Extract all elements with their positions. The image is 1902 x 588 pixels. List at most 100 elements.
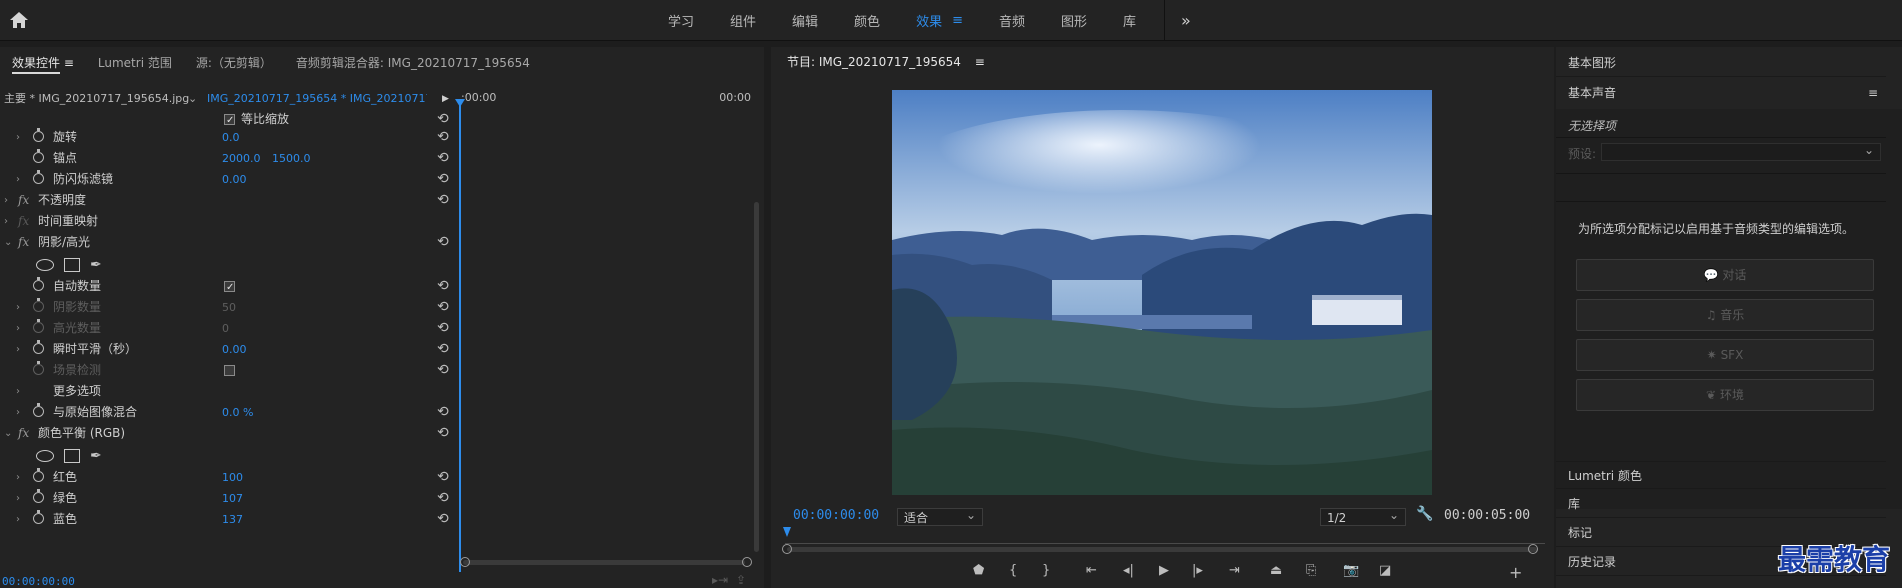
fx-icon[interactable]: fx bbox=[18, 190, 29, 211]
monitor-playhead[interactable] bbox=[783, 527, 791, 537]
zoom-handle-right[interactable] bbox=[1528, 544, 1538, 554]
zoom-handle-left[interactable] bbox=[460, 557, 470, 567]
temporal-smoothing-value[interactable]: 0.00 bbox=[222, 339, 247, 360]
fx-icon[interactable]: fx bbox=[18, 423, 29, 444]
video-frame[interactable] bbox=[892, 90, 1432, 495]
go-to-out-icon[interactable]: ⇥ bbox=[1229, 563, 1240, 578]
workspace-editing[interactable]: 编辑 bbox=[792, 11, 818, 30]
pen-mask-icon[interactable]: ✒ bbox=[90, 448, 102, 464]
reset-icon[interactable]: ⟲ bbox=[437, 300, 449, 314]
play-icon[interactable]: ▶ bbox=[1159, 563, 1169, 578]
anchor-y-value[interactable]: 1500.0 bbox=[272, 148, 311, 169]
stopwatch-icon[interactable] bbox=[33, 128, 44, 142]
menu-icon[interactable]: ≡ bbox=[952, 13, 963, 28]
monitor-zoom-bar[interactable] bbox=[787, 547, 1537, 552]
reset-icon[interactable]: ⟲ bbox=[437, 112, 449, 126]
workspace-effects[interactable]: 效果 ≡ bbox=[916, 11, 963, 30]
home-icon[interactable] bbox=[8, 10, 30, 30]
mark-out-icon[interactable]: } bbox=[1042, 563, 1050, 578]
reset-icon[interactable]: ⟲ bbox=[437, 279, 449, 293]
fx-icon[interactable]: fx bbox=[18, 211, 29, 232]
ambience-button[interactable]: ❦ 环境 bbox=[1576, 379, 1874, 411]
blend-original-value[interactable]: 0.0 % bbox=[222, 402, 253, 423]
workspace-audio[interactable]: 音频 bbox=[999, 11, 1025, 30]
comparison-view-icon[interactable]: ◪ bbox=[1379, 563, 1391, 578]
stopwatch-icon[interactable] bbox=[33, 510, 44, 524]
fx-opacity-row[interactable]: › fx 不透明度 ⟲ bbox=[0, 190, 455, 211]
resolution-select[interactable]: 1/2 bbox=[1320, 506, 1406, 526]
monitor-ruler[interactable] bbox=[785, 533, 1545, 544]
zoom-level-select[interactable]: 适合 bbox=[897, 506, 983, 526]
anti-flicker-value[interactable]: 0.00 bbox=[222, 169, 247, 190]
play-triangle-icon[interactable]: ▶ bbox=[442, 89, 449, 109]
green-value[interactable]: 107 bbox=[222, 488, 243, 509]
chevron-right-icon[interactable]: › bbox=[16, 339, 20, 360]
workspace-libraries[interactable]: 库 bbox=[1123, 11, 1136, 30]
reset-icon[interactable]: ⟲ bbox=[437, 130, 449, 144]
reset-icon[interactable]: ⟲ bbox=[437, 512, 449, 526]
basic-sound-header[interactable]: 基本声音 ≡ bbox=[1556, 79, 1886, 107]
lift-icon[interactable]: ⏏ bbox=[1270, 563, 1282, 578]
rectangle-mask-icon[interactable] bbox=[64, 258, 80, 272]
workspace-color[interactable]: 颜色 bbox=[854, 11, 880, 30]
playhead[interactable] bbox=[459, 102, 461, 572]
chevron-right-icon[interactable]: › bbox=[16, 127, 20, 148]
preset-select[interactable] bbox=[1601, 141, 1881, 161]
rectangle-mask-icon[interactable] bbox=[64, 449, 80, 463]
export-icon[interactable]: ▸⇥ bbox=[712, 573, 728, 587]
anchor-x-value[interactable]: 2000.0 bbox=[222, 148, 261, 169]
more-options-row[interactable]: › 更多选项 bbox=[0, 381, 455, 402]
workspace-learn[interactable]: 学习 bbox=[668, 11, 694, 30]
tab-audio-clip-mixer[interactable]: 音频剪辑混合器: IMG_20210717_195654 bbox=[284, 54, 542, 71]
red-value[interactable]: 100 bbox=[222, 467, 243, 488]
sfx-button[interactable]: ✷ SFX bbox=[1576, 339, 1874, 371]
reset-icon[interactable]: ⟲ bbox=[437, 470, 449, 484]
zoom-handle-right[interactable] bbox=[742, 557, 752, 567]
add-marker-icon[interactable]: ⬟ bbox=[973, 563, 984, 578]
fx-time-remap-row[interactable]: › fx 时间重映射 bbox=[0, 211, 455, 232]
ellipse-mask-icon[interactable] bbox=[36, 259, 54, 271]
reset-icon[interactable]: ⟲ bbox=[437, 491, 449, 505]
chevron-right-icon[interactable]: › bbox=[16, 509, 20, 530]
reset-icon[interactable]: ⟲ bbox=[437, 342, 449, 356]
chevron-right-icon[interactable]: › bbox=[16, 467, 20, 488]
stopwatch-icon[interactable] bbox=[33, 340, 44, 354]
chevron-right-icon[interactable]: › bbox=[16, 169, 20, 190]
stopwatch-icon[interactable] bbox=[33, 170, 44, 184]
program-title[interactable]: 节目: IMG_20210717_195654 bbox=[787, 55, 961, 69]
mark-in-icon[interactable]: { bbox=[1009, 563, 1017, 578]
sequence-clip-label[interactable]: IMG_20210717_195654 * IMG_20210717_... bbox=[207, 89, 427, 109]
chevron-down-icon[interactable]: ⌄ bbox=[4, 423, 12, 444]
stopwatch-icon[interactable] bbox=[33, 489, 44, 503]
fx-shadow-highlight-row[interactable]: ⌄ fx 阴影/高光 ⟲ bbox=[0, 232, 455, 253]
chevron-right-icon[interactable]: › bbox=[16, 318, 20, 339]
playhead-timecode[interactable]: 00:00:00:00 bbox=[793, 508, 879, 523]
pen-mask-icon[interactable]: ✒ bbox=[90, 257, 102, 273]
chevron-down-icon[interactable]: ⌄ bbox=[188, 89, 197, 109]
scene-detect-checkbox[interactable] bbox=[224, 365, 235, 376]
auto-amount-checkbox[interactable] bbox=[224, 277, 235, 298]
timeline-zoom-bar[interactable] bbox=[463, 560, 745, 565]
filter-icon[interactable]: ⇪ bbox=[736, 573, 746, 587]
reset-icon[interactable]: ⟲ bbox=[437, 193, 449, 207]
tab-lumetri-scopes[interactable]: Lumetri 范围 bbox=[86, 54, 184, 71]
panel-timecode[interactable]: 00:00:00:00 bbox=[2, 575, 75, 588]
stopwatch-icon[interactable] bbox=[33, 149, 44, 163]
chevron-down-icon[interactable]: ⌄ bbox=[4, 232, 12, 253]
step-forward-icon[interactable]: |▸ bbox=[1192, 563, 1203, 578]
lumetri-color-header[interactable]: Lumetri 颜色 bbox=[1556, 461, 1886, 489]
libraries-header[interactable]: 库 bbox=[1556, 490, 1886, 518]
reset-icon[interactable]: ⟲ bbox=[437, 405, 449, 419]
dialogue-button[interactable]: 💬 对话 bbox=[1576, 259, 1874, 291]
workspace-assembly[interactable]: 组件 bbox=[730, 11, 756, 30]
workspace-graphics[interactable]: 图形 bbox=[1061, 11, 1087, 30]
chevron-right-icon[interactable]: › bbox=[16, 402, 20, 423]
reset-icon[interactable]: ⟲ bbox=[437, 426, 449, 440]
go-to-in-icon[interactable]: ⇤ bbox=[1086, 563, 1097, 578]
stopwatch-icon[interactable] bbox=[33, 277, 44, 291]
mini-timeline[interactable]: :00:00 00:00 bbox=[459, 89, 759, 109]
menu-icon[interactable]: ≡ bbox=[1868, 79, 1878, 107]
zoom-handle-left[interactable] bbox=[782, 544, 792, 554]
basic-graphics-header[interactable]: 基本图形 bbox=[1556, 49, 1886, 77]
playhead-marker[interactable] bbox=[455, 99, 465, 107]
